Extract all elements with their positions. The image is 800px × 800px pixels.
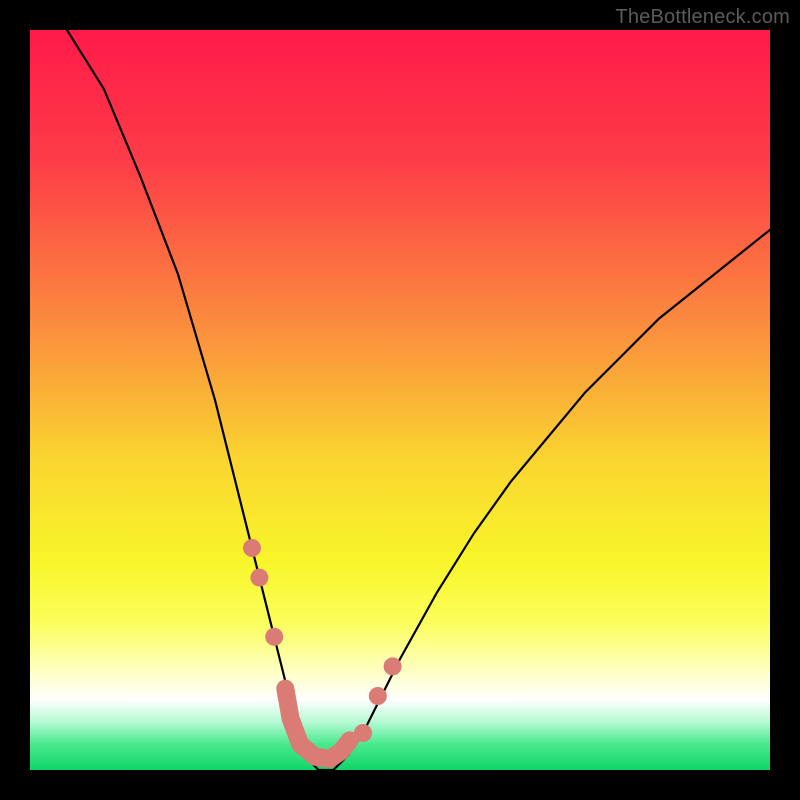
plot-area xyxy=(30,30,770,770)
marker-dot xyxy=(265,628,283,646)
marker-dot xyxy=(243,539,261,557)
chart-frame: TheBottleneck.com xyxy=(0,0,800,800)
bottleneck-curve xyxy=(67,30,770,770)
marker-dot xyxy=(369,687,387,705)
marker-dot xyxy=(354,724,372,742)
watermark-text: TheBottleneck.com xyxy=(615,6,790,29)
marker-dot xyxy=(384,657,402,675)
marker-dot xyxy=(250,569,268,587)
curve-layer xyxy=(30,30,770,770)
marker-dots xyxy=(243,539,402,742)
marker-worm xyxy=(285,689,349,759)
